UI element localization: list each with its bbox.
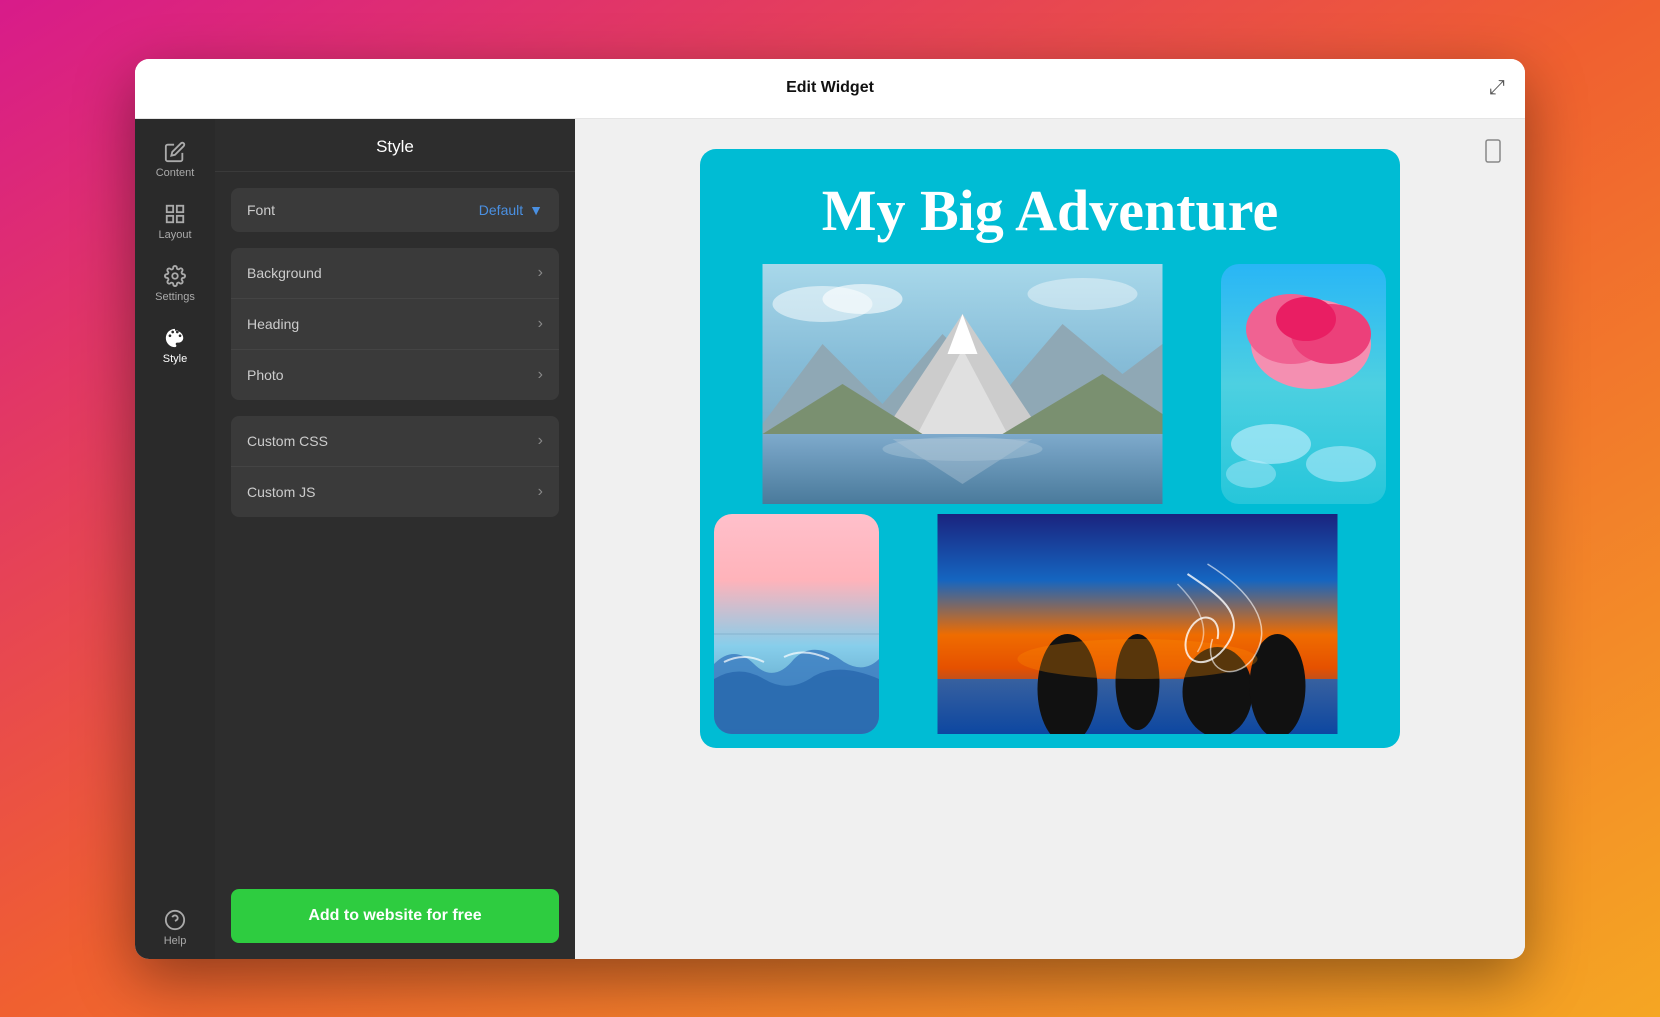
- custom-css-label: Custom CSS: [247, 433, 328, 449]
- sidebar-content-label: Content: [156, 167, 195, 179]
- widget-preview: My Big Adventure: [700, 149, 1400, 748]
- expand-icon[interactable]: ⤢: [1489, 77, 1505, 100]
- heading-section[interactable]: Heading ›: [231, 299, 559, 350]
- photo-clouds: [1221, 264, 1386, 504]
- layout-icon: [164, 203, 186, 225]
- font-value-text: Default: [479, 202, 523, 218]
- background-section[interactable]: Background ›: [231, 248, 559, 299]
- rocks-photo-image: [889, 514, 1386, 734]
- widget-title: My Big Adventure: [700, 149, 1400, 264]
- photo-ocean: [714, 514, 879, 734]
- sidebar-item-style[interactable]: Style: [135, 315, 215, 377]
- custom-js-chevron-icon: ›: [538, 483, 543, 501]
- photo-mountain: [714, 264, 1211, 504]
- background-label: Background: [247, 265, 322, 281]
- sidebar-help-label: Help: [164, 935, 187, 947]
- add-to-website-button[interactable]: Add to website for free: [231, 889, 559, 943]
- style-sections-group2: Custom CSS › Custom JS ›: [231, 416, 559, 517]
- clouds-photo-image: [1221, 264, 1386, 504]
- main-body: Content Layout Settings: [135, 119, 1525, 959]
- heading-chevron-icon: ›: [538, 315, 543, 333]
- ocean-photo-image: [714, 514, 879, 734]
- font-dropdown[interactable]: Default ▼: [479, 202, 543, 218]
- heading-label: Heading: [247, 316, 299, 332]
- photo-label: Photo: [247, 367, 284, 383]
- style-panel: Style Font Default ▼ Background ›: [215, 119, 575, 959]
- custom-css-section[interactable]: Custom CSS ›: [231, 416, 559, 467]
- chevron-down-icon: ▼: [529, 202, 543, 218]
- sidebar-settings-label: Settings: [155, 291, 195, 303]
- gear-icon: [164, 265, 186, 287]
- sidebar-item-help[interactable]: Help: [135, 897, 215, 959]
- sidebar-item-content[interactable]: Content: [135, 129, 215, 191]
- photo-rocks: [889, 514, 1386, 734]
- mobile-preview-icon[interactable]: [1481, 139, 1505, 169]
- font-row[interactable]: Font Default ▼: [231, 188, 559, 232]
- sidebar-item-settings[interactable]: Settings: [135, 253, 215, 315]
- palette-icon: [164, 327, 186, 349]
- photo-section[interactable]: Photo ›: [231, 350, 559, 400]
- sidebar-style-label: Style: [163, 353, 187, 365]
- style-panel-content: Font Default ▼ Background › Heading ›: [215, 172, 575, 873]
- icon-sidebar: Content Layout Settings: [135, 119, 215, 959]
- preview-area: My Big Adventure: [575, 119, 1525, 959]
- help-icon: [164, 909, 186, 931]
- add-button-container: Add to website for free: [215, 873, 575, 959]
- custom-css-chevron-icon: ›: [538, 432, 543, 450]
- mountain-photo-image: [714, 264, 1211, 504]
- custom-js-section[interactable]: Custom JS ›: [231, 467, 559, 517]
- pencil-icon: [164, 141, 186, 163]
- photo-chevron-icon: ›: [538, 366, 543, 384]
- style-panel-title: Style: [215, 119, 575, 172]
- sidebar-item-layout[interactable]: Layout: [135, 191, 215, 253]
- sidebar-layout-label: Layout: [158, 229, 191, 241]
- background-chevron-icon: ›: [538, 264, 543, 282]
- title-bar: Edit Widget ⤢: [135, 59, 1525, 119]
- app-window: Edit Widget ⤢ Content Layout: [135, 59, 1525, 959]
- font-label: Font: [247, 202, 275, 218]
- custom-js-label: Custom JS: [247, 484, 315, 500]
- window-title: Edit Widget: [786, 79, 874, 97]
- style-sections-group1: Background › Heading › Photo ›: [231, 248, 559, 400]
